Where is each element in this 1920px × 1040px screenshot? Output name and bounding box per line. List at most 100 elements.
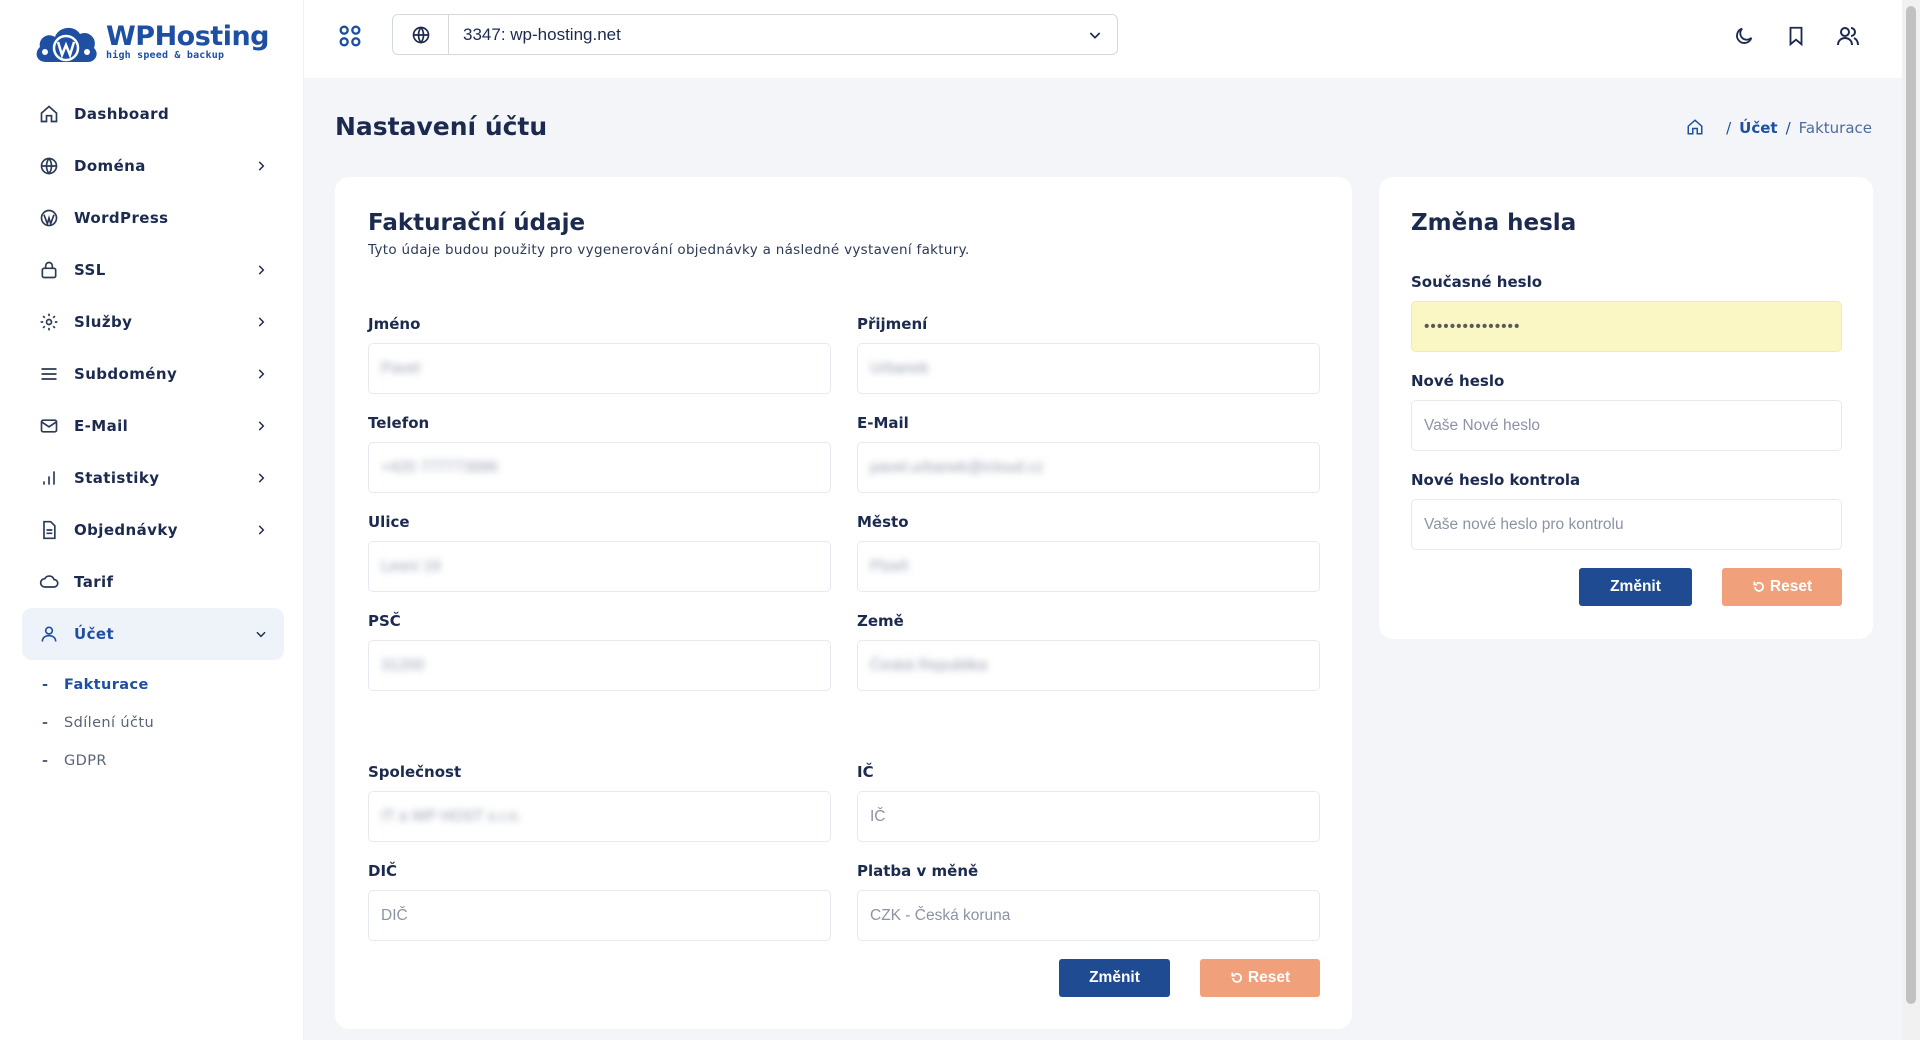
billing-reset-button[interactable]: Reset <box>1200 959 1320 997</box>
sidebar-item-label: WordPress <box>74 209 169 227</box>
list-icon <box>38 363 60 385</box>
sidebar-item-label: Subdomény <box>74 365 178 383</box>
current-password-input[interactable]: ••••••••••••••• <box>1411 301 1842 352</box>
sidebar-item-tarif[interactable]: Tarif <box>22 556 284 608</box>
globe-icon <box>38 155 60 177</box>
last-name-label: Přijmení <box>857 315 928 333</box>
password-submit-button[interactable]: Změnit <box>1579 568 1692 606</box>
dic-placeholder: DIČ <box>381 906 408 924</box>
sidebar-item-statistiky[interactable]: Statistiky <box>22 452 284 504</box>
first-name-value: Pavel <box>381 359 420 377</box>
breadcrumb: / Účet / Fakturace <box>1686 118 1872 138</box>
zip-input[interactable]: 31200 <box>368 640 831 691</box>
phone-value: +420 777773996 <box>381 458 498 476</box>
sidebar-item-objednavky[interactable]: Objednávky <box>22 504 284 556</box>
last-name-input[interactable]: Urbanek <box>857 343 1320 394</box>
home-icon[interactable] <box>1686 118 1706 138</box>
currency-value: CZK - Česká koruna <box>870 906 1011 924</box>
home-icon <box>38 103 60 125</box>
email-input[interactable]: pavel.urbanek@icloud.cz <box>857 442 1320 493</box>
cloud-icon <box>38 571 60 593</box>
chevron-right-icon <box>258 473 265 483</box>
globe-icon <box>393 15 449 54</box>
last-name-value: Urbanek <box>870 359 929 377</box>
breadcrumb-separator: / <box>1726 119 1732 137</box>
new-password-label: Nové heslo <box>1411 372 1505 390</box>
currency-select[interactable]: CZK - Česká koruna <box>857 890 1320 941</box>
phone-input[interactable]: +420 777773996 <box>368 442 831 493</box>
sidebar-item-subdomeny[interactable]: Subdomény <box>22 348 284 400</box>
domain-select[interactable]: 3347: wp-hosting.net <box>392 14 1118 55</box>
user-icon <box>38 623 60 645</box>
first-name-input[interactable]: Pavel <box>368 343 831 394</box>
sidebar-item-ucet[interactable]: Účet <box>22 608 284 660</box>
currency-label: Platba v měně <box>857 862 979 880</box>
street-value: Lesní 19 <box>381 557 441 575</box>
sidebar-subitem-label: Fakturace <box>64 677 149 693</box>
country-input[interactable]: Česká Republika <box>857 640 1320 691</box>
current-password-label: Současné heslo <box>1411 273 1543 291</box>
sidebar-subitem-gdpr[interactable]: - GDPR <box>42 742 284 780</box>
phone-label: Telefon <box>368 414 430 432</box>
dic-input[interactable]: DIČ <box>368 890 831 941</box>
brand-title: WPHosting <box>106 21 270 52</box>
apps-grid-icon[interactable] <box>336 22 364 50</box>
sidebar-item-label: E-Mail <box>74 417 129 435</box>
sidebar-item-ssl[interactable]: SSL <box>22 244 284 296</box>
reset-icon <box>1231 972 1242 983</box>
billing-submit-button[interactable]: Změnit <box>1059 959 1170 997</box>
mail-icon <box>38 415 60 437</box>
sidebar-item-email[interactable]: E-Mail <box>22 400 284 452</box>
password-reset-button[interactable]: Reset <box>1722 568 1842 606</box>
company-value: IT a WP HOST s.r.o. <box>381 807 522 825</box>
sidebar-item-label: Doména <box>74 157 146 175</box>
sidebar-item-domena[interactable]: Doména <box>22 140 284 192</box>
sidebar-item-label: Tarif <box>74 573 114 591</box>
billing-card: Fakturační údaje Tyto údaje budou použit… <box>335 177 1352 1029</box>
sidebar-subnav: - Fakturace - Sdílení účtu - GDPR <box>22 666 284 780</box>
scrollbar-thumb[interactable] <box>1906 6 1916 1004</box>
sidebar-subitem-label: GDPR <box>64 753 107 769</box>
sidebar-subitem-label: Sdílení účtu <box>64 715 155 731</box>
ic-input[interactable]: IČ <box>857 791 1320 842</box>
billing-subtitle: Tyto údaje budou použity pro vygenerován… <box>368 242 970 258</box>
chevron-right-icon <box>258 525 265 535</box>
sidebar-item-label: Statistiky <box>74 469 160 487</box>
confirm-password-placeholder: Vaše nové heslo pro kontrolu <box>1424 515 1624 533</box>
country-value: Česká Republika <box>870 656 988 674</box>
password-reset-label: Reset <box>1769 578 1813 595</box>
company-input[interactable]: IT a WP HOST s.r.o. <box>368 791 831 842</box>
bullet-dash: - <box>42 715 49 731</box>
bullet-dash: - <box>42 677 49 693</box>
street-input[interactable]: Lesní 19 <box>368 541 831 592</box>
ic-label: IČ <box>857 763 874 781</box>
breadcrumb-link-ucet[interactable]: Účet <box>1739 119 1777 137</box>
new-password-input[interactable]: Vaše Nové heslo <box>1411 400 1842 451</box>
city-label: Město <box>857 513 909 531</box>
brand-subtitle: high speed & backup <box>106 50 225 61</box>
sidebar-subitem-sdileni[interactable]: - Sdílení účtu <box>42 704 284 742</box>
confirm-password-input[interactable]: Vaše nové heslo pro kontrolu <box>1411 499 1842 550</box>
domain-select-value: 3347: wp-hosting.net <box>463 24 621 44</box>
users-icon[interactable] <box>1834 22 1862 50</box>
lock-icon <box>38 259 60 281</box>
bookmark-icon[interactable] <box>1782 22 1810 50</box>
city-input[interactable]: Plzeň <box>857 541 1320 592</box>
password-title: Změna hesla <box>1411 210 1577 236</box>
sidebar-item-sluzby[interactable]: Služby <box>22 296 284 348</box>
reset-icon <box>1753 581 1764 592</box>
document-icon <box>38 519 60 541</box>
sidebar-subitem-fakturace[interactable]: - Fakturace <box>42 666 284 704</box>
sidebar-item-dashboard[interactable]: Dashboard <box>22 88 284 140</box>
moon-icon[interactable] <box>1730 22 1758 50</box>
sidebar-item-label: Služby <box>74 313 133 331</box>
company-label: Společnost <box>368 763 462 781</box>
logo[interactable]: WPHosting high speed & backup <box>32 18 270 66</box>
page-scrollbar[interactable] <box>1902 0 1920 1040</box>
chevron-right-icon <box>258 317 265 327</box>
sidebar-item-label: Objednávky <box>74 521 178 539</box>
gear-icon <box>38 311 60 333</box>
wordpress-icon <box>38 207 60 229</box>
sidebar-item-wordpress[interactable]: WordPress <box>22 192 284 244</box>
first-name-label: Jméno <box>368 315 421 333</box>
